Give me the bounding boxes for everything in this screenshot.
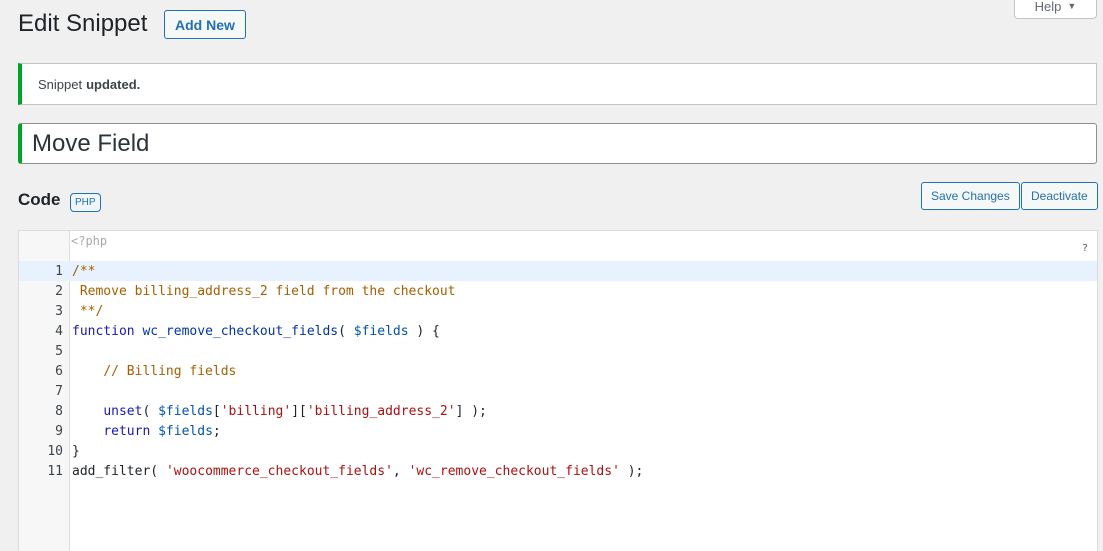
- update-notice: Snippet updated.: [18, 63, 1097, 105]
- notice-text: Snippet: [38, 76, 83, 92]
- code-text: // Billing fields: [103, 363, 237, 379]
- code-line[interactable]: 8 unset( $fields['billing']['billing_add…: [19, 401, 1097, 421]
- line-number: 3: [55, 303, 63, 319]
- caret-down-icon: ▼: [1067, 1, 1077, 11]
- code-editor[interactable]: <?php ? 1 /** 2 Remove billing_address_2 f…: [18, 230, 1098, 551]
- editor-help-icon[interactable]: ?: [1082, 243, 1088, 254]
- code-line[interactable]: 6 // Billing fields: [19, 361, 1097, 381]
- code-line[interactable]: 5: [19, 341, 1097, 361]
- code-line[interactable]: 4 function wc_remove_checkout_fields( $fi…: [19, 321, 1097, 341]
- code-line[interactable]: 9 return $fields;: [19, 421, 1097, 441]
- code-line[interactable]: 10}: [19, 441, 1097, 461]
- code-text: function wc_remove_checkout_fields( $fie…: [72, 323, 440, 339]
- php-open-tag: <?php: [71, 234, 108, 248]
- code-text: **/: [72, 303, 104, 319]
- code-line[interactable]: 3 **/: [19, 301, 1097, 321]
- code-text: add_filter( 'woocommerce_checkout_fields…: [72, 463, 644, 479]
- help-tab[interactable]: Help ▼: [1014, 0, 1097, 19]
- code-line[interactable]: 1 /**: [19, 261, 1097, 281]
- code-text: }: [72, 443, 80, 459]
- line-number: 2: [55, 283, 63, 299]
- line-number: 4: [55, 323, 63, 339]
- add-new-button[interactable]: Add New: [164, 10, 246, 39]
- help-label: Help: [1034, 0, 1062, 14]
- code-text: /**: [72, 263, 96, 279]
- line-number: 6: [55, 363, 63, 379]
- notice-bold-text: updated.: [86, 76, 141, 92]
- code-line[interactable]: 7: [19, 381, 1097, 401]
- code-text: unset( $fields['billing']['billing_addre…: [103, 403, 487, 419]
- code-line[interactable]: 11 add_filter( 'woocommerce_checkout_fiel…: [19, 461, 1097, 481]
- code-text: Remove billing_address_2 field from the …: [72, 283, 456, 299]
- page-title: Edit Snippet: [18, 10, 148, 37]
- line-number: 9: [55, 423, 63, 439]
- code-line[interactable]: 2 Remove billing_address_2 field from th…: [19, 281, 1097, 301]
- line-number: 8: [55, 403, 63, 419]
- code-heading: Code: [18, 190, 61, 209]
- line-number: 7: [55, 383, 63, 399]
- line-number: 5: [55, 343, 63, 359]
- line-number: 1: [55, 263, 63, 279]
- line-number: 10: [47, 443, 63, 459]
- snippet-title-input[interactable]: Move Field: [18, 123, 1097, 164]
- code-lines: 1 /** 2 Remove billing_address_2 field fro…: [19, 261, 1097, 481]
- language-badge: PHP: [70, 193, 101, 212]
- code-text: return $fields;: [103, 423, 221, 439]
- save-changes-button[interactable]: Save Changes: [921, 182, 1020, 210]
- deactivate-button[interactable]: Deactivate: [1021, 182, 1098, 210]
- line-number: 11: [47, 463, 63, 479]
